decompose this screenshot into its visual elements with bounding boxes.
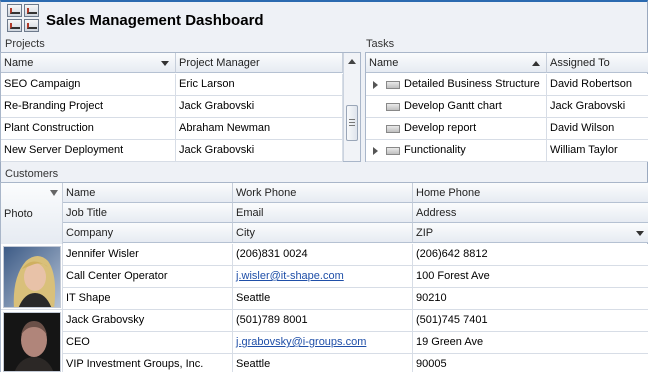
sort-descending-icon [161, 61, 169, 66]
filter-icon[interactable] [50, 190, 58, 196]
customers-col-home-phone-header[interactable]: Home Phone [413, 183, 648, 203]
customer-work-phone[interactable]: (501)789 8001 [233, 310, 413, 332]
customer-home-phone[interactable]: (206)642 8812 [413, 244, 648, 266]
customer-address[interactable]: 19 Green Ave [413, 332, 648, 354]
photo-header-label: Photo [4, 208, 33, 220]
task-name: Develop Gantt chart [404, 100, 502, 112]
tasks-col-assigned-header[interactable]: Assigned To [547, 53, 648, 73]
task-tree-row[interactable]: Develop Gantt chart [366, 96, 547, 118]
scroll-up-arrow-icon[interactable] [348, 59, 356, 64]
table-cell[interactable]: David Robertson [547, 74, 648, 96]
table-cell[interactable]: Plant Construction [1, 118, 176, 140]
table-cell[interactable]: Jack Grabovski [176, 140, 343, 162]
customer-job-title[interactable]: CEO [63, 332, 233, 354]
customer-company[interactable]: VIP Investment Groups, Inc. [63, 354, 233, 372]
task-name: Functionality [404, 144, 466, 156]
customer-home-phone[interactable]: (501)745 7401 [413, 310, 648, 332]
sort-descending-icon [636, 231, 644, 236]
tasks-col-assigned-label: Assigned To [550, 57, 610, 69]
task-tree-row[interactable]: Detailed Business Structure [366, 74, 547, 96]
customer-name[interactable]: Jennifer Wisler [63, 244, 233, 266]
table-cell[interactable]: William Taylor [547, 140, 648, 162]
task-name: Develop report [404, 122, 477, 134]
table-cell[interactable]: Re-Branding Project [1, 96, 176, 118]
task-tree-row[interactable]: Functionality [366, 140, 547, 162]
customers-section-label: Customers [5, 168, 59, 180]
table-cell[interactable]: SEO Campaign [1, 74, 176, 96]
customer-company[interactable]: IT Shape [63, 288, 233, 310]
customers-col-company-header[interactable]: Company [63, 223, 233, 243]
customer-city[interactable]: Seattle [233, 288, 413, 310]
tasks-section-label: Tasks [366, 38, 395, 50]
customers-col-name-header[interactable]: Name [63, 183, 233, 203]
customers-col-city-header[interactable]: City [233, 223, 413, 243]
expand-chevron-icon[interactable] [373, 147, 378, 155]
customer-job-title[interactable]: Call Center Operator [63, 266, 233, 288]
customer-zip[interactable]: 90005 [413, 354, 648, 372]
task-icon [386, 125, 400, 133]
projects-grid: Name Project Manager SEO Campaign Eric L… [0, 52, 361, 162]
tasks-col-name-header[interactable]: Name [366, 53, 547, 73]
tasks-grid: Name Assigned To Detailed Business Struc… [365, 52, 648, 162]
task-icon [386, 103, 400, 111]
customer-zip[interactable]: 90210 [413, 288, 648, 310]
customer-address[interactable]: 100 Forest Ave [413, 266, 648, 288]
customer-photo [3, 312, 61, 372]
customers-col-zip-header[interactable]: ZIP [413, 223, 648, 243]
projects-col-manager-header[interactable]: Project Manager [176, 53, 343, 73]
page-title: Sales Management Dashboard [46, 12, 264, 29]
table-cell[interactable]: New Server Deployment [1, 140, 176, 162]
customer-email-cell[interactable]: j.wisler@it-shape.com [233, 266, 413, 288]
zip-header-label: ZIP [416, 227, 434, 239]
task-icon [386, 147, 400, 155]
customers-col-job-title-header[interactable]: Job Title [63, 203, 233, 223]
customer-email-link[interactable]: j.grabovsky@i-groups.com [236, 336, 366, 348]
customer-name[interactable]: Jack Grabovsky [63, 310, 233, 332]
sort-ascending-icon [532, 61, 540, 66]
dashboard-app-icon [7, 4, 41, 34]
table-cell[interactable]: Eric Larson [176, 74, 343, 96]
expand-chevron-icon[interactable] [373, 81, 378, 89]
scrollbar-thumb[interactable] [346, 105, 358, 141]
customer-city[interactable]: Seattle [233, 354, 413, 372]
customers-col-work-phone-header[interactable]: Work Phone [233, 183, 413, 203]
table-cell[interactable]: Abraham Newman [176, 118, 343, 140]
projects-col-name-header[interactable]: Name [1, 53, 176, 73]
table-cell[interactable]: Jack Grabovski [547, 96, 648, 118]
projects-section-label: Projects [5, 38, 45, 50]
tasks-col-name-label: Name [369, 57, 399, 69]
customer-photo [3, 246, 61, 308]
customer-email-link[interactable]: j.wisler@it-shape.com [236, 270, 344, 282]
task-tree-row[interactable]: Develop report [366, 118, 547, 140]
customer-work-phone[interactable]: (206)831 0024 [233, 244, 413, 266]
customer-email-cell[interactable]: j.grabovsky@i-groups.com [233, 332, 413, 354]
projects-col-name-label: Name [4, 57, 34, 69]
task-icon [386, 81, 400, 89]
table-cell[interactable]: Jack Grabovski [176, 96, 343, 118]
table-cell[interactable]: David Wilson [547, 118, 648, 140]
customers-col-photo-header[interactable]: Photo [1, 183, 63, 245]
customers-grid: Photo Name Work Phone Home Phone Job Tit… [0, 182, 648, 372]
projects-col-manager-label: Project Manager [179, 57, 260, 69]
customers-col-email-header[interactable]: Email [233, 203, 413, 223]
customers-col-address-header[interactable]: Address [413, 203, 648, 223]
projects-vertical-scrollbar[interactable] [343, 53, 360, 161]
task-name: Detailed Business Structure [404, 78, 540, 90]
